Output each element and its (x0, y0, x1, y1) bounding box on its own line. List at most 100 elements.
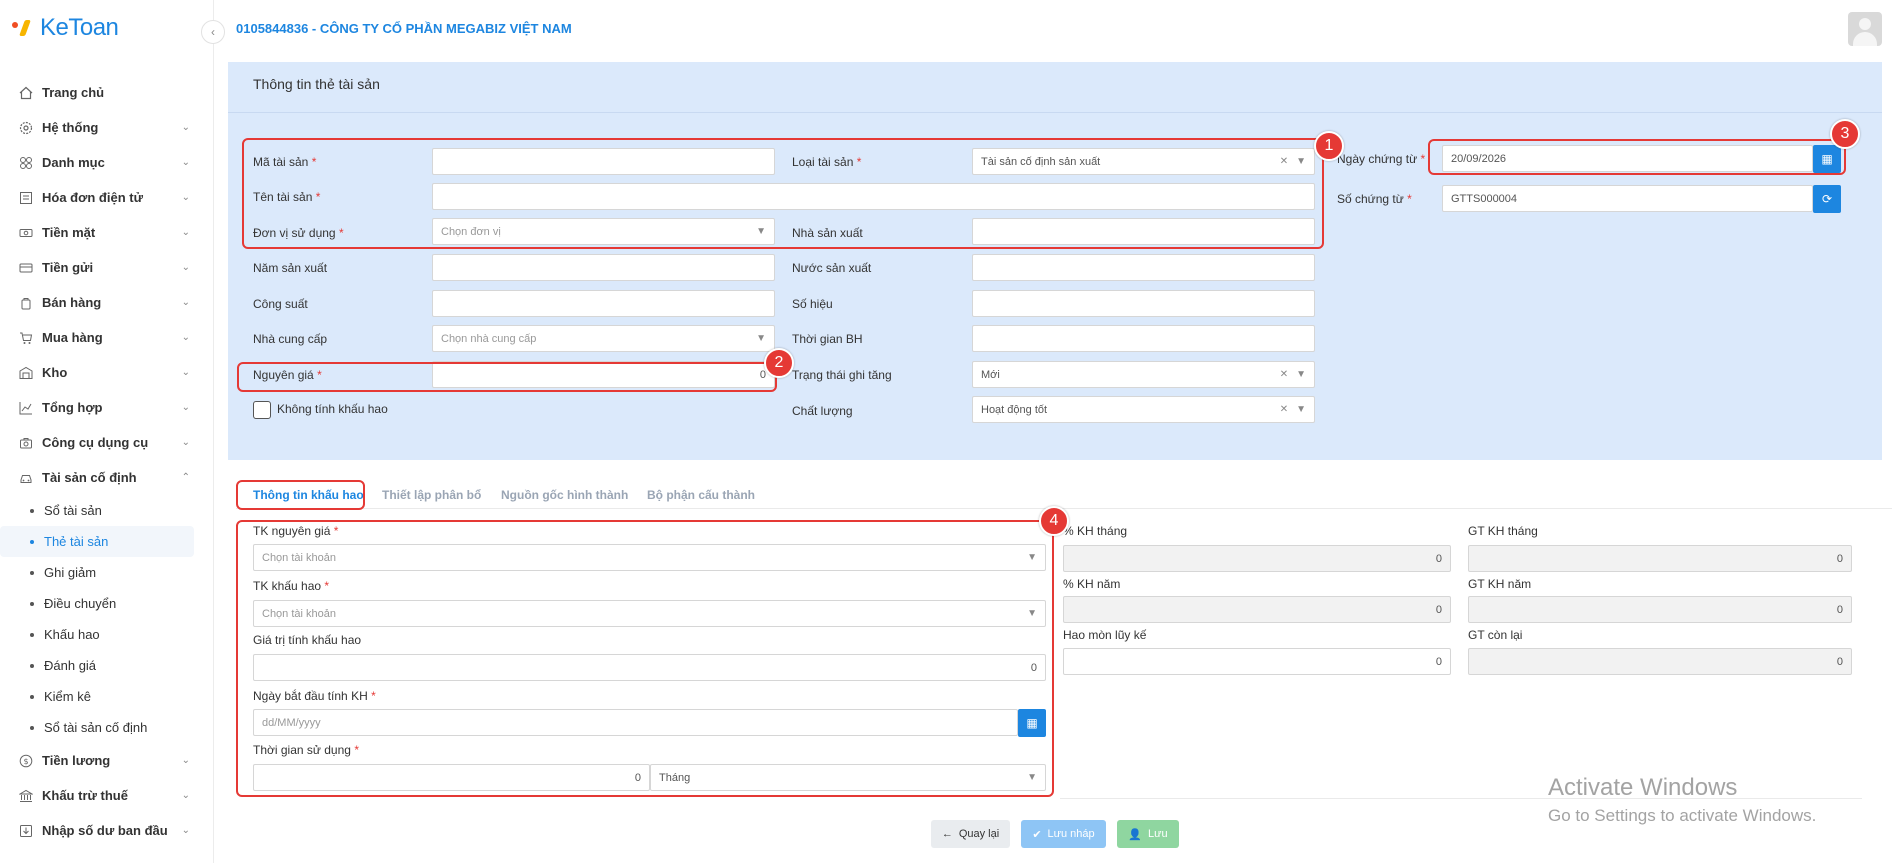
nha-cc-select[interactable]: Chọn nhà cung cấp ▼ (432, 325, 775, 352)
hao-mon-label: Hao mòn lũy kế (1063, 628, 1147, 642)
sidebar-subitem-danh-gia[interactable]: Đánh giá (0, 650, 214, 681)
save-draft-button[interactable]: ✔ Lưu nháp (1021, 820, 1106, 848)
refresh-button[interactable]: ⟳ (1813, 185, 1841, 213)
sidebar-subitem-so-tai-san[interactable]: Sổ tài sản (0, 495, 214, 526)
sidebar-item-label: Kho (42, 365, 68, 380)
sidebar-subitem-label: Sổ tài sản cố định (44, 720, 148, 735)
sidebar-item-danh-muc[interactable]: Danh mục ⌄ (0, 145, 214, 180)
sidebar-item-label: Danh mục (42, 155, 105, 170)
caret-down-icon: ▼ (1296, 404, 1306, 415)
select-placeholder: Chọn nhà cung cấp (441, 332, 537, 345)
input-value: 0 (1836, 552, 1843, 565)
nuoc-sx-input[interactable] (972, 254, 1315, 281)
annotation-box-3 (1428, 139, 1846, 175)
sidebar-item-label: Nhập số dư ban đầu (42, 823, 168, 838)
select-value: Mới (981, 368, 1000, 381)
sidebar-item-kho[interactable]: Kho ⌄ (0, 355, 214, 390)
input-value: 0 (1836, 603, 1843, 616)
user-icon-body (1853, 32, 1877, 46)
sidebar-subitem-so-tscd[interactable]: Sổ tài sản cố định (0, 712, 214, 743)
chevron-down-icon: ⌄ (181, 790, 190, 801)
sidebar-subitem-label: Điều chuyển (44, 596, 117, 611)
cart-icon (18, 330, 34, 346)
sidebar-item-tien-luong[interactable]: $ Tiền lương ⌄ (0, 743, 214, 778)
sidebar-item-hoa-don[interactable]: Hóa đơn điện tử ⌄ (0, 180, 214, 215)
clear-icon[interactable]: ✕ (1280, 404, 1288, 415)
card-icon (18, 260, 34, 276)
sidebar-item-ban-hang[interactable]: Bán hàng ⌄ (0, 285, 214, 320)
ngay-ct-label: Ngày chứng từ * (1337, 152, 1425, 166)
sidebar-collapse-button[interactable]: ‹ (201, 20, 225, 44)
sidebar-subitem-kiem-ke[interactable]: Kiểm kê (0, 681, 214, 712)
hao-mon-input[interactable]: 0 (1063, 648, 1451, 675)
refresh-icon: ⟳ (1821, 192, 1833, 206)
logo-text: KeToan (40, 14, 119, 41)
sidebar-item-he-thong[interactable]: Hệ thống ⌄ (0, 110, 214, 145)
gt-con-lai-input: 0 (1468, 648, 1852, 675)
input-value: 0 (1435, 552, 1442, 565)
sidebar-item-cong-cu[interactable]: Công cụ dụng cụ ⌄ (0, 425, 214, 460)
trang-thai-select[interactable]: Mới ✕ ▼ (972, 361, 1315, 388)
so-ct-input[interactable]: GTTS000004 (1442, 185, 1813, 212)
back-button[interactable]: ← Quay lại (931, 820, 1010, 848)
label-text: Ngày chứng từ (1337, 152, 1418, 166)
tg-bh-label: Thời gian BH (792, 332, 863, 346)
sidebar-item-tien-gui[interactable]: Tiền gửi ⌄ (0, 250, 214, 285)
chevron-down-icon: ⌄ (181, 262, 190, 273)
nam-sx-input[interactable] (432, 254, 775, 281)
annotation-badge-3: 3 (1830, 119, 1860, 149)
so-hieu-input[interactable] (972, 290, 1315, 317)
sidebar-item-nhap-so-du[interactable]: Nhập số dư ban đầu ⌄ (0, 813, 214, 848)
button-label: Quay lại (958, 828, 1000, 840)
khong-tinh-khau-hao-label: Không tính khấu hao (277, 402, 388, 416)
kh-thang-input: 0 (1063, 545, 1451, 572)
sidebar-subitem-the-tai-san[interactable]: Thẻ tài sản (0, 526, 194, 557)
tab-thiet-lap-phan-bo[interactable]: Thiết lập phân bổ (382, 488, 481, 502)
chevron-down-icon: ⌄ (181, 402, 190, 413)
input-value: GTTS000004 (1451, 192, 1518, 205)
header: 0105844836 - CÔNG TY CỔ PHẦN MEGABIZ VIỆ… (214, 0, 1892, 56)
bullet-icon (30, 694, 34, 699)
sidebar-item-khau-tru-thue[interactable]: Khấu trừ thuế ⌄ (0, 778, 214, 813)
sidebar-item-trang-chu[interactable]: Trang chủ (0, 75, 214, 110)
input-value: 0 (1435, 603, 1442, 616)
chevron-up-icon: ⌃ (181, 472, 190, 483)
tab-nguon-goc[interactable]: Nguồn gốc hình thành (501, 488, 628, 502)
chevron-down-icon: ⌄ (181, 332, 190, 343)
chevron-down-icon: ⌄ (181, 367, 190, 378)
watermark-line-1: Activate Windows (1548, 774, 1738, 801)
chat-luong-select[interactable]: Hoạt động tốt ✕ ▼ (972, 396, 1315, 423)
required-mark: * (1407, 192, 1412, 206)
sidebar-item-label: Hệ thống (42, 120, 99, 135)
sidebar-item-tai-san[interactable]: Tài sản cố định ⌃ (0, 460, 214, 495)
sidebar-subitem-label: Đánh giá (44, 658, 97, 673)
sidebar-subitem-khau-hao[interactable]: Khấu hao (0, 619, 214, 650)
avatar[interactable] (1848, 12, 1882, 46)
annotation-badge-4: 4 (1039, 506, 1069, 536)
save-button[interactable]: 👤 Lưu (1117, 820, 1179, 848)
sidebar-item-label: Hóa đơn điện tử (42, 190, 143, 205)
chevron-down-icon: ⌄ (181, 192, 190, 203)
sidebar-subitem-ghi-giam[interactable]: Ghi giảm (0, 557, 214, 588)
cong-suat-input[interactable] (432, 290, 775, 317)
tab-bo-phan[interactable]: Bộ phận cấu thành (647, 488, 755, 502)
cong-suat-label: Công suất (253, 297, 308, 311)
sidebar-item-label: Trang chủ (42, 85, 105, 100)
gt-kh-thang-label: GT KH tháng (1468, 524, 1538, 538)
clear-icon[interactable]: ✕ (1280, 369, 1288, 380)
sidebar-item-label: Mua hàng (42, 330, 103, 345)
sidebar-item-label: Tài sản cố định (42, 470, 137, 485)
sidebar-item-label: Khấu trừ thuế (42, 788, 128, 803)
sidebar-item-tong-hop[interactable]: Tổng hợp ⌄ (0, 390, 214, 425)
bullet-icon (30, 508, 34, 513)
chevron-down-icon: ⌄ (181, 825, 190, 836)
tg-bh-input[interactable] (972, 325, 1315, 352)
windows-watermark: Activate Windows Go to Settings to activ… (1548, 774, 1816, 826)
sidebar-item-tien-mat[interactable]: Tiền mặt ⌄ (0, 215, 214, 250)
logo[interactable]: KeToan (12, 14, 119, 42)
khong-tinh-khau-hao-checkbox[interactable] (253, 401, 271, 419)
company-name: 0105844836 - CÔNG TY CỔ PHẦN MEGABIZ VIỆ… (236, 21, 572, 36)
sidebar-subitem-dieu-chuyen[interactable]: Điều chuyển (0, 588, 214, 619)
import-icon (18, 823, 34, 839)
sidebar-item-mua-hang[interactable]: Mua hàng ⌄ (0, 320, 214, 355)
